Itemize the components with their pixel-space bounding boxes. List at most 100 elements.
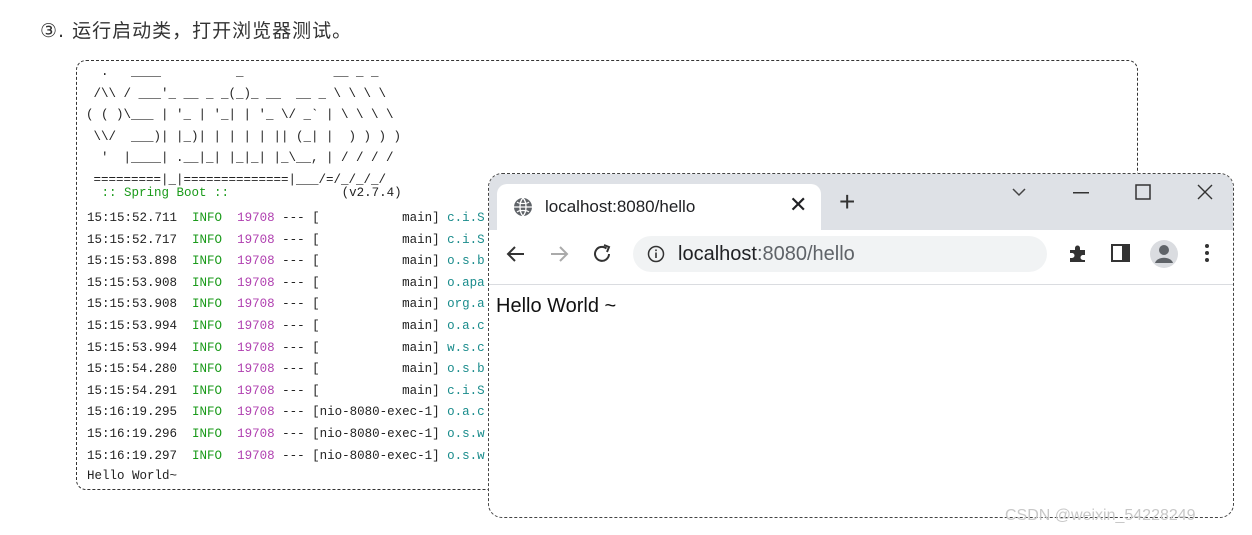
tab-title: localhost:8080/hello [545,197,696,216]
banner-line: /\\ / ___'_ __ _ _(_)_ __ __ _ \ \ \ \ [86,86,387,101]
forward-arrow-icon[interactable] [548,243,570,265]
log-class: c.i.S [447,232,485,247]
log-time: 15:16:19.295 [87,405,178,420]
banner-line: ' |____| .__|_| |_|_| |_\__, | / / / / [86,151,394,165]
log-row: 15:15:54.291 INFO 19708 --- [ main] c.i.… [87,381,485,403]
log-separator: --- [274,211,313,225]
log-row: 15:15:53.908 INFO 19708 --- [ main] org.… [87,294,485,316]
more-vert-icon[interactable] [1199,242,1215,264]
log-time: 15:15:52.711 [87,211,178,225]
log-pid: 19708 [237,362,275,377]
log-thread: [ main] [312,232,440,247]
log-class: c.i.S [447,383,485,398]
banner-line: \\/ ___)| |_)| | | | | || (_| | ) ) ) ) [86,129,402,144]
log-row: 15:15:53.898 INFO 19708 --- [ main] o.s.… [87,251,485,273]
log-separator: --- [274,254,313,269]
log-level: INFO [192,426,223,441]
window-close-icon[interactable] [1197,184,1213,200]
log-class: o.a.c [447,405,485,420]
log-pid: 19708 [237,211,275,225]
log-row: 15:15:54.280 INFO 19708 --- [ main] o.s.… [87,359,485,381]
log-separator: --- [274,318,313,333]
log-row: 15:15:52.711 INFO 19708 --- [ main] c.i.… [87,208,485,230]
log-time: 15:15:54.280 [87,362,178,377]
log-level: INFO [192,383,223,398]
log-row: 15:16:19.296 INFO 19708 --- [nio-8080-ex… [87,424,485,446]
log-row: 15:15:53.908 INFO 19708 --- [ main] o.ap… [87,273,485,295]
log-thread: [ main] [312,318,440,333]
log-pid: 19708 [237,448,275,463]
log-time: 15:15:52.717 [87,232,178,247]
url-path: :8080/hello [756,243,855,265]
log-pid: 19708 [237,275,275,290]
address-bar[interactable]: localhost:8080/hello [633,236,1047,272]
log-row: 15:15:53.994 INFO 19708 --- [ main] w.s.… [87,338,485,360]
log-thread: [nio-8080-exec-1] [312,426,440,441]
back-arrow-icon[interactable] [505,243,527,265]
log-level: INFO [192,297,223,312]
log-level: INFO [192,254,223,269]
log-separator: --- [274,426,313,441]
step-instruction: ③. 运行启动类，打开浏览器测试。 [40,20,353,42]
log-separator: --- [274,275,313,290]
watermark: CSDN @weixin_54228249 [1005,507,1196,524]
log-separator: --- [274,232,313,247]
spring-boot-version: (v2.7.4) [341,186,402,200]
browser-tab[interactable]: localhost:8080/hello ✕ [497,184,821,230]
log-pid: 19708 [237,254,275,269]
chevron-down-icon[interactable] [1011,186,1027,198]
log-level: INFO [192,405,223,420]
profile-avatar-icon[interactable] [1149,239,1179,269]
log-separator: --- [274,405,313,420]
log-thread: [ main] [312,297,440,312]
banner-line: ( ( )\___ | '_ | '_| | '_ \/ _` | \ \ \ … [86,108,394,122]
spring-banner: . ____ _ __ _ _ /\\ / ___'_ __ _ _(_)_ _… [86,62,401,191]
log-time: 15:15:53.994 [87,340,178,355]
log-level: INFO [192,340,223,355]
side-panel-icon[interactable] [1110,242,1132,264]
reload-icon[interactable] [591,243,613,265]
log-class: o.s.b [447,254,485,269]
log-class: o.s.w [447,448,485,463]
console-hello-output: Hello World~ [87,469,178,483]
log-thread: [ main] [312,383,440,398]
log-thread: [ main] [312,362,440,377]
log-time: 15:15:53.908 [87,275,178,290]
browser-window: localhost:8080/hello ✕ + localhost:8080/… [488,173,1234,518]
log-pid: 19708 [237,405,275,420]
log-row: 15:15:52.717 INFO 19708 --- [ main] c.i.… [87,230,485,252]
log-pid: 19708 [237,297,275,312]
banner-line: . ____ _ __ _ _ [86,65,379,79]
minimize-icon[interactable] [1073,192,1089,194]
close-icon[interactable]: ✕ [789,192,807,218]
spring-boot-version-line: :: Spring Boot :: (v2.7.4) [94,186,402,200]
log-class: o.s.b [447,362,485,377]
log-pid: 19708 [237,340,275,355]
url-text[interactable]: localhost:8080/hello [678,243,855,266]
log-separator: --- [274,340,313,355]
extensions-puzzle-icon[interactable] [1067,242,1089,264]
browser-toolbar: localhost:8080/hello [489,230,1233,285]
log-time: 15:15:53.908 [87,297,178,312]
info-icon[interactable] [647,245,665,263]
log-row: 15:16:19.295 INFO 19708 --- [nio-8080-ex… [87,402,485,424]
log-class: w.s.c [447,340,485,355]
log-time: 15:16:19.297 [87,448,178,463]
log-level: INFO [192,362,223,377]
log-pid: 19708 [237,426,275,441]
log-thread: [ main] [312,211,440,225]
log-class: o.s.w [447,426,485,441]
log-class: o.apa [447,275,485,290]
plus-icon[interactable]: + [839,188,855,216]
maximize-icon[interactable] [1135,184,1151,200]
log-level: INFO [192,448,223,463]
log-pid: 19708 [237,383,275,398]
log-pid: 19708 [237,318,275,333]
spring-boot-label: :: Spring Boot :: [94,186,230,200]
log-thread: [nio-8080-exec-1] [312,405,440,420]
log-separator: --- [274,383,313,398]
log-level: INFO [192,275,223,290]
browser-titlebar: localhost:8080/hello ✕ + [489,174,1233,230]
log-separator: --- [274,448,313,463]
page-body-text: Hello World ~ [496,295,617,317]
